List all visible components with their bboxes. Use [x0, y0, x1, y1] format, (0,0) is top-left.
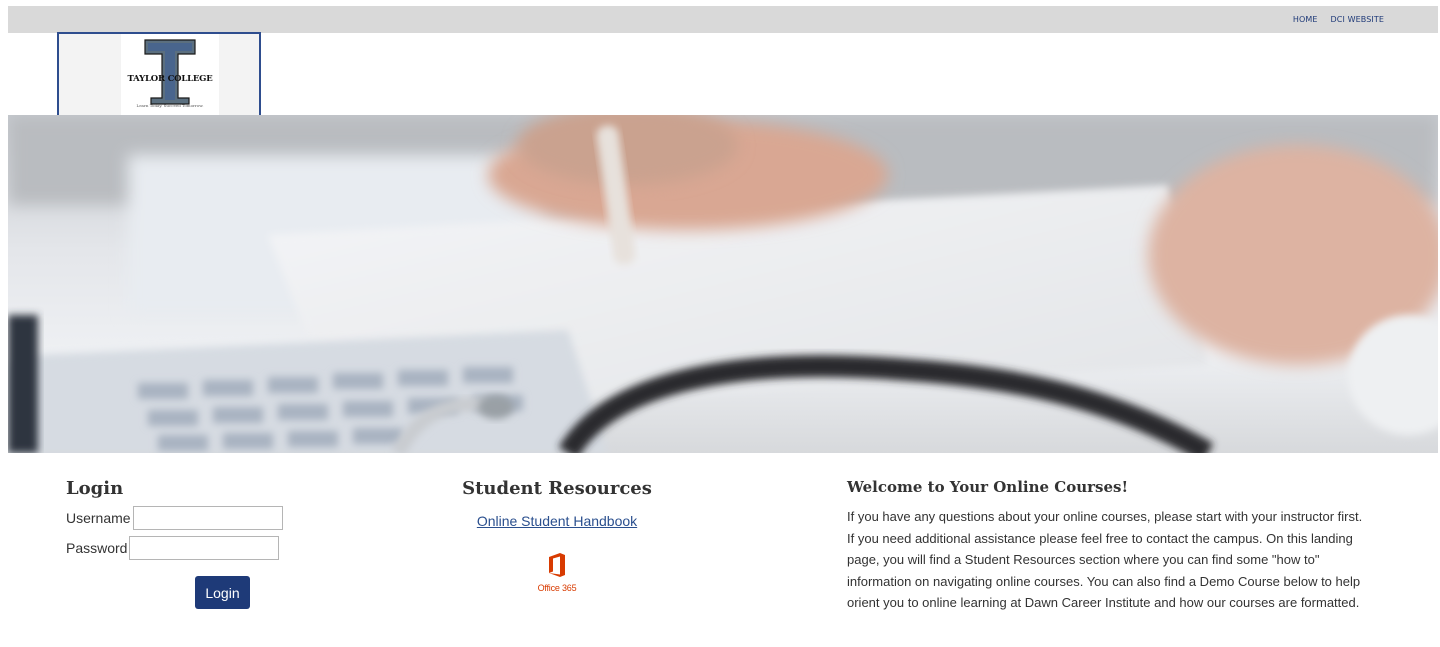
logo[interactable]: TAYLOR COLLEGE Learn Today. Succeed Tomo…	[57, 32, 261, 117]
nav-dci-website-link[interactable]: DCI WEBSITE	[1331, 15, 1384, 24]
username-input[interactable]	[132, 506, 283, 530]
username-row: Username	[66, 505, 326, 531]
welcome-text: If you have any questions about your onl…	[847, 509, 1363, 610]
top-nav: HOME DCI WEBSITE	[1293, 15, 1384, 24]
nav-home-link[interactable]: HOME	[1293, 15, 1318, 24]
username-label: Username	[66, 510, 131, 526]
logo-name: TAYLOR COLLEGE	[127, 74, 213, 84]
logo-card: TAYLOR COLLEGE Learn Today. Succeed Tomo…	[121, 34, 219, 115]
online-student-handbook-link[interactable]: Online Student Handbook	[477, 513, 637, 529]
hero-photo	[8, 115, 1438, 453]
welcome-title: Welcome to Your Online Courses!	[847, 478, 1129, 496]
password-label: Password	[66, 540, 128, 556]
student-resources-title: Student Resources	[462, 478, 652, 499]
password-row: Password	[66, 535, 326, 561]
login-panel: Login Username Password Login	[66, 478, 326, 609]
office-365-icon	[549, 553, 565, 577]
login-title: Login	[66, 478, 124, 499]
login-button[interactable]: Login	[195, 576, 250, 609]
logo-tagline: Learn Today. Succeed Tomorrow.	[136, 103, 204, 108]
office-365-link[interactable]: Office 365	[527, 553, 587, 593]
office-365-label: Office 365	[537, 583, 577, 593]
top-bar: HOME DCI WEBSITE	[8, 6, 1438, 33]
password-input[interactable]	[129, 536, 280, 560]
student-resources-panel: Student Resources Online Student Handboo…	[462, 478, 652, 593]
hero-banner-image	[8, 115, 1438, 453]
welcome-panel: Welcome to Your Online Courses! If you h…	[847, 478, 1367, 614]
